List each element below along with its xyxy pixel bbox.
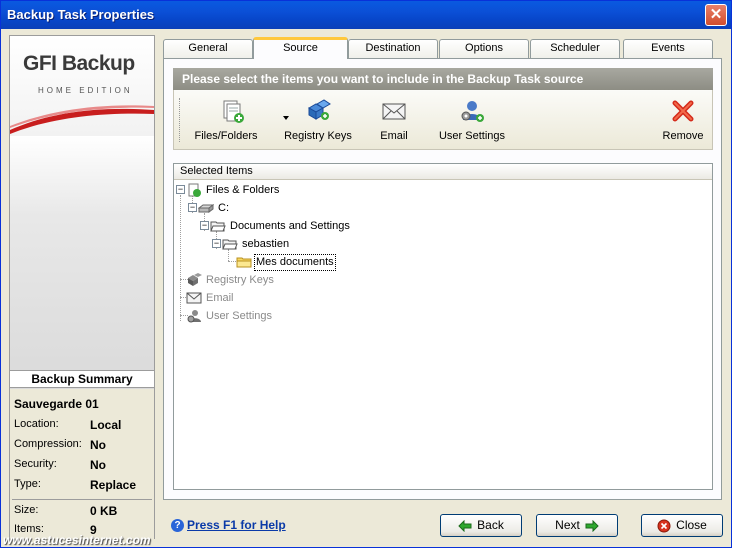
summary-row-security: Security: No <box>14 458 150 474</box>
close-circle-icon <box>657 519 671 533</box>
gfi-backup-logo: GFI Backup <box>23 52 135 75</box>
files-folders-icon <box>188 183 201 197</box>
tab-scheduler[interactable]: Scheduler <box>530 39 620 58</box>
tree-node-label: Registry Keys <box>206 274 274 286</box>
email-label: Email <box>380 130 408 142</box>
summary-value: No <box>90 438 106 452</box>
registry-keys-icon <box>307 99 331 120</box>
tree-node-email[interactable]: Email <box>174 289 474 307</box>
email-button[interactable]: Email <box>364 94 424 146</box>
backup-summary: Sauvegarde 01 Location: Local Compressio… <box>10 389 154 539</box>
tree-node-user-settings[interactable]: User Settings <box>174 307 474 325</box>
back-label: Back <box>477 518 504 532</box>
next-button[interactable]: Next <box>536 514 618 537</box>
summary-row-size: Size: 0 KB <box>14 504 150 520</box>
summary-task-name: Sauvegarde 01 <box>14 397 99 411</box>
tab-source[interactable]: Source <box>253 37 348 59</box>
next-label: Next <box>555 518 580 532</box>
registry-keys-button[interactable]: Registry Keys <box>280 94 356 146</box>
hard-drive-icon <box>198 204 214 213</box>
tab-general[interactable]: General <box>163 39 253 58</box>
files-folders-label: Files/Folders <box>194 130 258 142</box>
registry-keys-label: Registry Keys <box>284 130 352 142</box>
collapse-toggle-icon[interactable]: − <box>200 221 209 230</box>
back-arrow-icon <box>458 519 472 532</box>
summary-key: Size: <box>14 504 39 516</box>
tree-node-label: sebastien <box>242 238 290 250</box>
summary-key: Security: <box>14 458 57 470</box>
help-icon[interactable]: ? <box>171 519 184 532</box>
collapse-toggle-icon[interactable]: − <box>212 239 221 248</box>
logo-area: GFI Backup HOME EDITION <box>10 36 154 136</box>
summary-value: Replace <box>90 478 137 492</box>
summary-row-location: Location: Local <box>14 418 150 434</box>
email-envelope-icon <box>382 103 406 120</box>
summary-value: 0 KB <box>90 504 118 518</box>
user-settings-button[interactable]: User Settings <box>432 94 512 146</box>
backup-task-properties-window: Backup Task Properties ✕ GFI Backup HOME… <box>0 0 732 548</box>
tree-node-files-folders[interactable]: − Files & Folders <box>174 181 474 199</box>
selected-items-header[interactable]: Selected Items <box>174 164 712 180</box>
remove-x-icon <box>672 100 694 122</box>
summary-value: No <box>90 458 106 472</box>
tree-node-label: User Settings <box>206 310 273 322</box>
watermark: www.astucesinternet.com <box>3 533 151 547</box>
registry-keys-icon <box>188 273 202 286</box>
tab-options[interactable]: Options <box>439 39 529 58</box>
logo-edition: HOME EDITION <box>38 86 133 95</box>
back-button[interactable]: Back <box>440 514 522 537</box>
remove-label: Remove <box>662 130 704 142</box>
next-arrow-icon <box>585 519 599 532</box>
user-settings-label: User Settings <box>438 130 506 142</box>
title-bar[interactable]: Backup Task Properties ✕ <box>1 1 731 29</box>
tree-node-label: Documents and Settings <box>230 220 350 232</box>
tree-node-label: C: <box>218 202 229 214</box>
source-instructions-banner: Please select the items you want to incl… <box>173 68 713 90</box>
tab-strip: General Source Destination Options Sched… <box>163 37 715 59</box>
summary-key: Location: <box>14 418 59 430</box>
summary-value: Local <box>90 418 122 432</box>
folder-open-icon <box>210 221 226 232</box>
left-panel: GFI Backup HOME EDITION Backup Summary S… <box>9 35 155 539</box>
close-button[interactable]: Close <box>641 514 723 537</box>
user-settings-icon <box>187 310 201 323</box>
collapse-toggle-icon[interactable]: − <box>176 185 185 194</box>
close-label: Close <box>676 518 707 532</box>
summary-divider <box>12 499 152 500</box>
selected-items-tree[interactable]: Selected Items − Files & Folders − C: − … <box>173 163 713 490</box>
tree-node-label: Email <box>206 292 234 304</box>
tree-node-label: Mes documents <box>254 254 336 271</box>
files-folders-add-icon <box>223 100 244 123</box>
tree-node-sebastien[interactable]: − sebastien <box>174 235 474 253</box>
help-link[interactable]: Press F1 for Help <box>187 518 286 532</box>
summary-row-compression: Compression: No <box>14 438 150 454</box>
logo-swoosh-icon <box>10 105 154 134</box>
summary-key: Type: <box>14 478 41 490</box>
toolbar-grip[interactable] <box>179 98 182 142</box>
files-folders-button[interactable]: Files/Folders <box>188 94 289 146</box>
folder-icon <box>236 257 252 268</box>
window-close-button[interactable]: ✕ <box>705 4 727 26</box>
summary-key: Compression: <box>14 438 82 450</box>
tree-node-mes-documents[interactable]: Mes documents <box>174 253 474 271</box>
tree-node-documents-and-settings[interactable]: − Documents and Settings <box>174 217 474 235</box>
collapse-toggle-icon[interactable]: − <box>188 203 197 212</box>
tab-destination[interactable]: Destination <box>348 39 438 58</box>
summary-row-type: Type: Replace <box>14 478 150 494</box>
left-panel-background <box>10 136 154 402</box>
tree-node-drive-c[interactable]: − C: <box>174 199 474 217</box>
tab-events[interactable]: Events <box>623 39 713 58</box>
tree-node-registry-keys[interactable]: Registry Keys <box>174 271 474 289</box>
user-settings-icon <box>461 101 484 122</box>
backup-summary-header: Backup Summary <box>10 370 154 388</box>
remove-button[interactable]: Remove <box>658 94 708 146</box>
tree-node-label: Files & Folders <box>206 184 280 196</box>
source-tab-panel: Please select the items you want to incl… <box>163 58 722 500</box>
source-toolbar: Files/Folders Registry Keys Email User S… <box>173 90 713 150</box>
window-title: Backup Task Properties <box>7 7 155 22</box>
folder-open-icon <box>222 239 238 250</box>
email-envelope-icon <box>186 292 202 304</box>
